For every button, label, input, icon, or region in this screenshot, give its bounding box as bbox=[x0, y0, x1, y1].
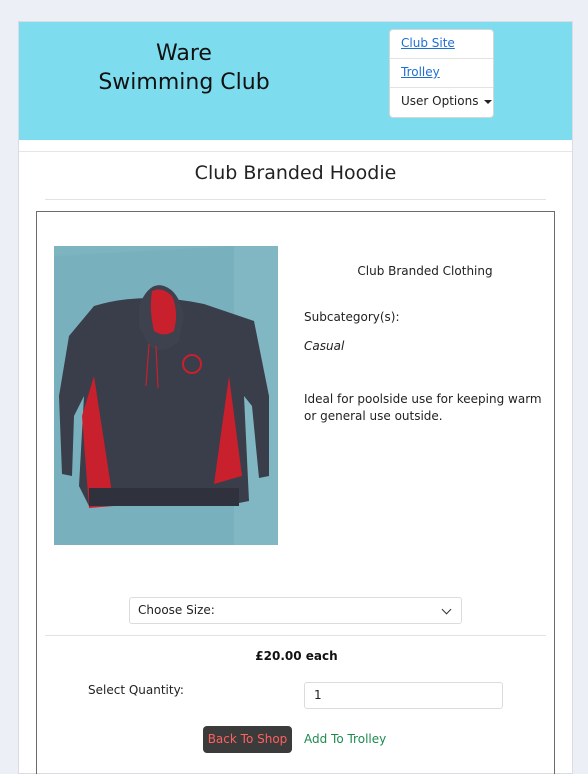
quantity-label: Select Quantity: bbox=[88, 683, 184, 697]
page-card: Ware Swimming Club Club Site Trolley Use… bbox=[18, 21, 573, 774]
size-select[interactable]: Choose Size: bbox=[129, 597, 462, 624]
user-options-label: User Options bbox=[401, 94, 479, 108]
back-to-shop-button[interactable]: Back To Shop bbox=[203, 726, 292, 753]
divider bbox=[45, 199, 546, 200]
nav-menu: Club Site Trolley User Options bbox=[389, 29, 494, 118]
site-header: Ware Swimming Club Club Site Trolley Use… bbox=[19, 22, 572, 140]
brand-line-1: Ware bbox=[156, 41, 212, 66]
add-to-trolley-button[interactable]: Add To Trolley bbox=[304, 726, 386, 753]
size-select-value: Choose Size: bbox=[138, 603, 215, 617]
hoodie-photo bbox=[54, 246, 278, 545]
chevron-down-icon bbox=[441, 604, 452, 615]
divider bbox=[19, 151, 572, 152]
divider bbox=[45, 635, 546, 636]
caret-down-icon bbox=[484, 99, 493, 104]
club-site-link[interactable]: Club Site bbox=[401, 36, 455, 50]
product-description: Ideal for poolside use for keeping warm … bbox=[304, 392, 542, 423]
nav-trolley[interactable]: Trolley bbox=[390, 59, 493, 88]
trolley-link[interactable]: Trolley bbox=[401, 65, 440, 79]
brand-line-2: Swimming Club bbox=[98, 70, 270, 95]
subcategory-label: Subcategory(s): bbox=[304, 310, 400, 324]
club-brand: Ware Swimming Club bbox=[79, 39, 289, 97]
subcategory-value: Casual bbox=[304, 339, 345, 353]
product-price: £20.00 each bbox=[255, 649, 338, 663]
quantity-input[interactable]: 1 bbox=[304, 682, 503, 709]
product-panel: Club Branded Clothing Subcategory(s): Ca… bbox=[36, 211, 555, 774]
nav-club-site[interactable]: Club Site bbox=[390, 30, 493, 59]
product-category: Club Branded Clothing bbox=[357, 264, 493, 278]
product-image bbox=[54, 246, 278, 545]
page-title: Club Branded Hoodie bbox=[194, 162, 397, 184]
user-options-dropdown[interactable]: User Options bbox=[390, 88, 493, 117]
